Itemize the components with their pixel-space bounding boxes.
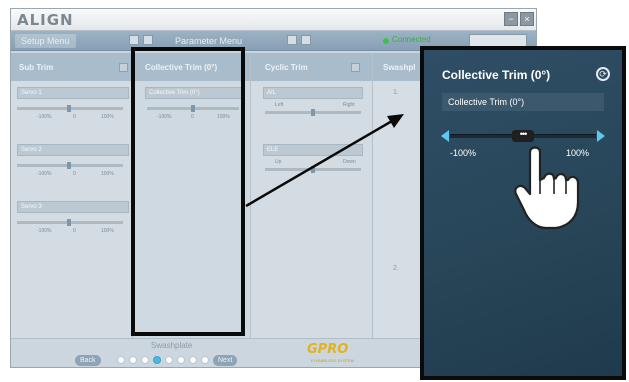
zoom-inset: Collective Trim (0°) ⟳ Collective Trim (…: [420, 46, 626, 380]
inset-title: Collective Trim (0°): [442, 68, 551, 82]
pointing-hand-icon: [514, 146, 580, 230]
slider-min-label: -100%: [450, 148, 477, 158]
slider-left-arrow-icon[interactable]: [441, 130, 449, 142]
refresh-icon[interactable]: ⟳: [596, 67, 610, 81]
collective-trim-value-field: Collective Trim (0°): [442, 93, 604, 111]
slider-right-arrow-icon[interactable]: [597, 130, 605, 142]
collective-trim-slider-thumb[interactable]: •••: [512, 130, 534, 142]
